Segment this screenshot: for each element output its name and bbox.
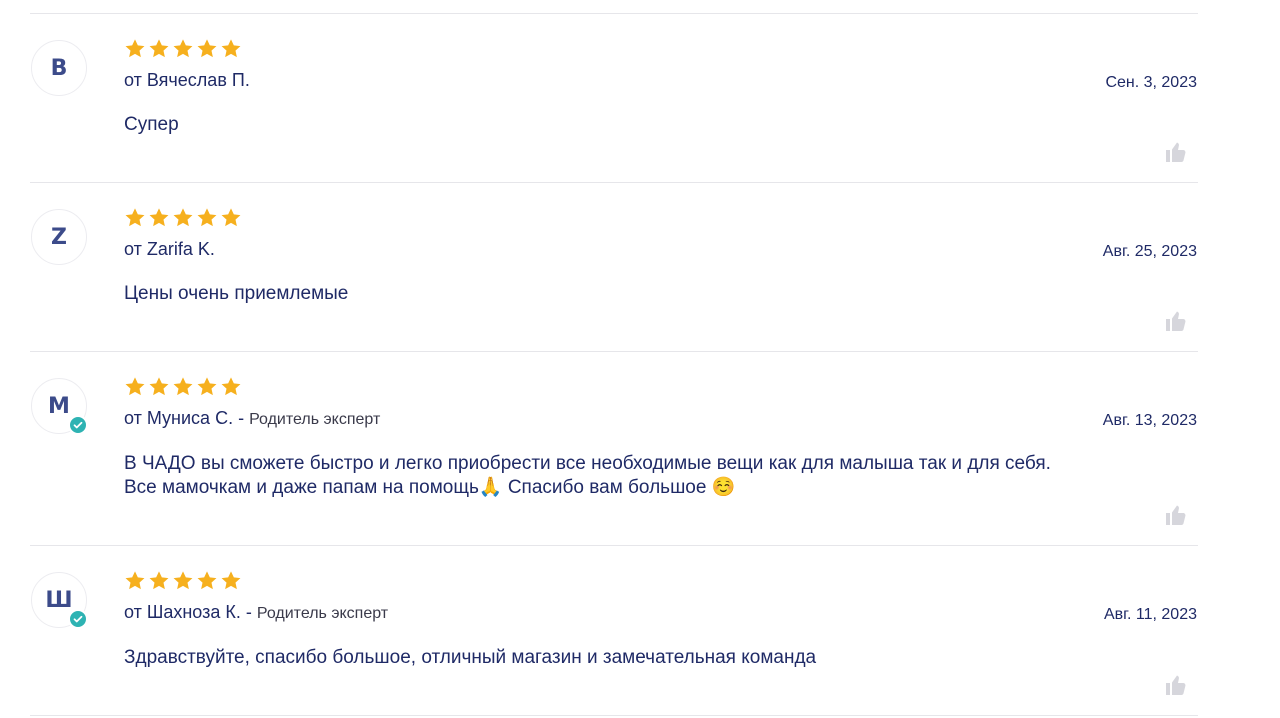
author-name: от Zarifa K. bbox=[124, 239, 215, 259]
star-icon bbox=[149, 208, 169, 227]
review-author: от Шахноза К. - Родитель эксперт bbox=[124, 602, 388, 623]
review-date: Авг. 13, 2023 bbox=[1102, 412, 1197, 429]
thumbs-up-icon[interactable] bbox=[1164, 503, 1188, 527]
star-icon bbox=[149, 377, 169, 396]
avatar-initial: Z bbox=[51, 224, 67, 250]
review-author: от Вячеслав П. bbox=[124, 70, 250, 91]
review-date: Авг. 11, 2023 bbox=[1103, 606, 1197, 623]
review-text: Здравствуйте, спасибо большое, отличный … bbox=[124, 647, 817, 668]
author-role: Родитель эксперт bbox=[249, 411, 381, 428]
star-icon bbox=[221, 377, 241, 396]
avatar-initial: М bbox=[48, 393, 70, 419]
star-icon bbox=[149, 571, 169, 590]
divider bbox=[30, 13, 1198, 14]
star-rating bbox=[124, 207, 242, 229]
thumbs-up-icon[interactable] bbox=[1164, 673, 1188, 697]
author-name: от Шахноза К. - bbox=[124, 602, 252, 622]
review-text: В ЧАДО вы сможете быстро и легко приобре… bbox=[124, 453, 1051, 498]
check-icon bbox=[73, 615, 83, 623]
star-icon bbox=[173, 39, 193, 58]
author-name: от Вячеслав П. bbox=[124, 70, 250, 90]
star-icon bbox=[221, 208, 241, 227]
review-author: от Муниса С. - Родитель эксперт bbox=[124, 408, 380, 429]
check-icon bbox=[73, 421, 83, 429]
star-icon bbox=[173, 377, 193, 396]
reviews-list: В от Вячеслав П. Сен. 3, 2023 Супер Z от… bbox=[0, 0, 1280, 718]
review-text: Цены очень приемлемые bbox=[124, 283, 349, 304]
avatar-initial: Ш bbox=[45, 587, 73, 613]
avatar: Ш bbox=[31, 572, 88, 629]
star-icon bbox=[197, 39, 217, 58]
avatar: Z bbox=[31, 209, 87, 265]
star-rating bbox=[124, 570, 242, 592]
avatar-initial: В bbox=[50, 55, 68, 81]
star-icon bbox=[173, 571, 193, 590]
star-icon bbox=[221, 39, 241, 58]
review-date: Авг. 25, 2023 bbox=[1102, 243, 1197, 260]
divider bbox=[30, 545, 1198, 546]
divider bbox=[30, 182, 1198, 183]
star-icon bbox=[125, 208, 145, 227]
star-icon bbox=[149, 39, 169, 58]
star-icon bbox=[125, 377, 145, 396]
review-text: Супер bbox=[124, 114, 179, 135]
verified-badge bbox=[68, 415, 88, 435]
star-icon bbox=[197, 571, 217, 590]
review-date: Сен. 3, 2023 bbox=[1105, 74, 1197, 91]
thumbs-up-icon[interactable] bbox=[1164, 309, 1188, 333]
divider bbox=[30, 715, 1198, 716]
avatar: В bbox=[31, 40, 87, 96]
review-author: от Zarifa K. bbox=[124, 239, 215, 260]
verified-badge bbox=[68, 609, 88, 629]
divider bbox=[30, 351, 1198, 352]
avatar: М bbox=[31, 378, 88, 435]
star-icon bbox=[125, 39, 145, 58]
star-icon bbox=[221, 571, 241, 590]
star-icon bbox=[197, 208, 217, 227]
star-rating bbox=[124, 38, 242, 60]
star-icon bbox=[197, 377, 217, 396]
author-name: от Муниса С. - bbox=[124, 408, 245, 428]
author-role: Родитель эксперт bbox=[256, 605, 389, 622]
star-icon bbox=[173, 208, 193, 227]
thumbs-up-icon[interactable] bbox=[1164, 140, 1188, 164]
star-icon bbox=[125, 571, 145, 590]
star-rating bbox=[124, 376, 242, 398]
